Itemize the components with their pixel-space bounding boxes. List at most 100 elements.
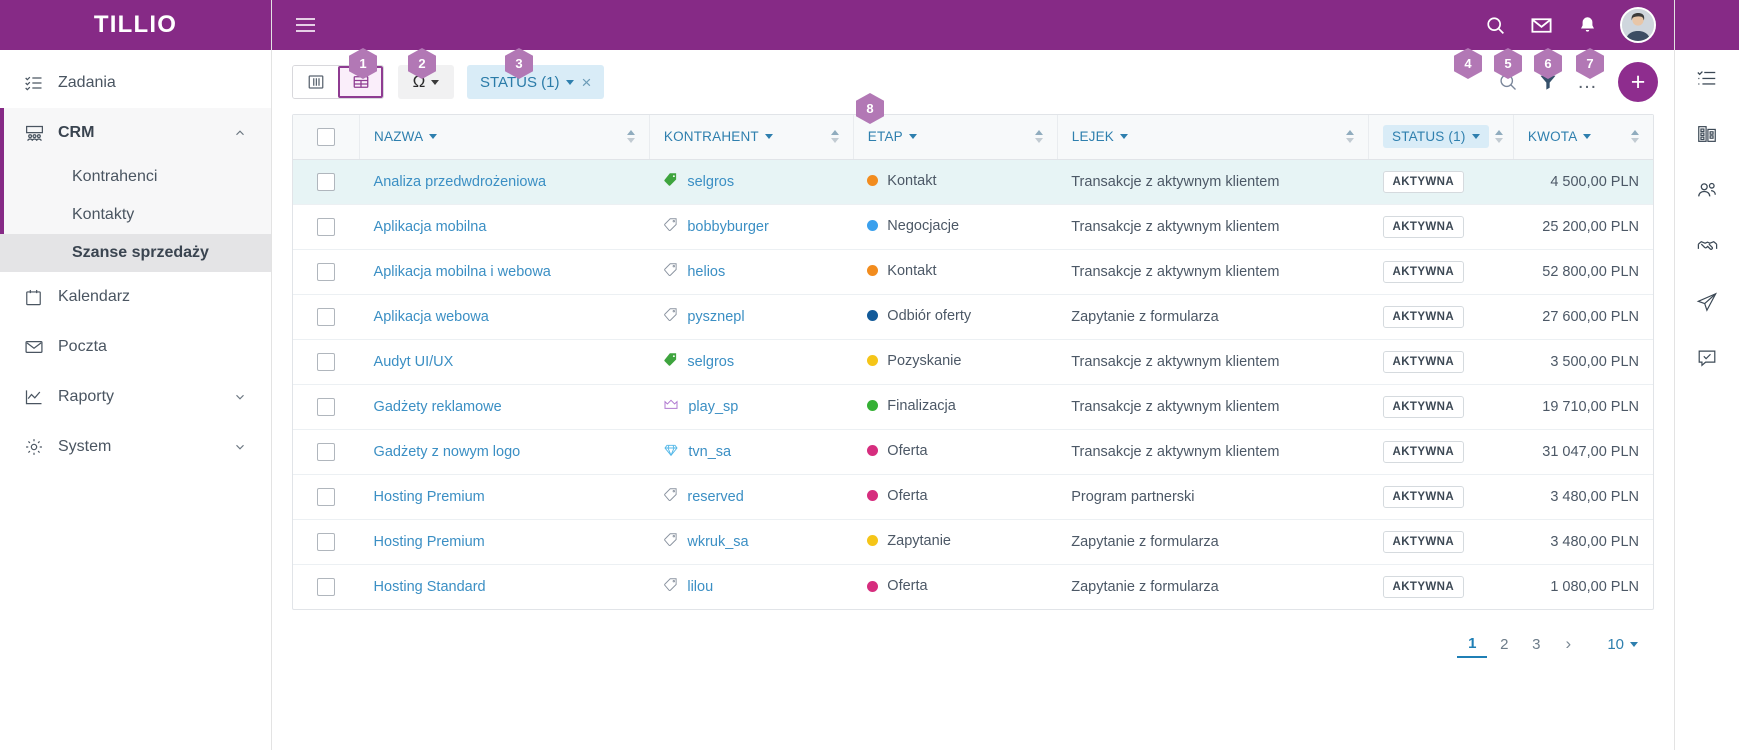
checklist-icon[interactable] [1675,50,1739,106]
kontrahent-link[interactable]: bobbyburger [663,217,769,236]
page-3-button[interactable]: 3 [1521,630,1551,658]
record-link[interactable]: Hosting Premium [374,489,485,505]
cell-kontrahent[interactable]: bobbyburger [649,204,853,249]
row-select-cell[interactable] [293,564,360,609]
hamburger-icon[interactable] [288,8,322,42]
row-checkbox[interactable] [317,487,336,506]
cell-kontrahent[interactable]: helios [649,249,853,294]
row-select-cell[interactable] [293,204,360,249]
row-select-cell[interactable] [293,294,360,339]
envelope-icon[interactable] [1518,0,1564,50]
chevron-down-icon[interactable] [231,390,249,404]
table-row[interactable]: Hosting Standard lilou Oferta Zapytanie z f… [293,564,1653,609]
column-header-lejek[interactable]: LEJEK [1057,115,1370,160]
sort-toggle[interactable] [830,130,839,144]
cell-nazwa[interactable]: Gadżety z nowym logo [360,429,650,474]
record-link[interactable]: Gadżety z nowym logo [374,444,521,460]
kontrahent-link[interactable]: tvn_sa [663,442,731,462]
table-row[interactable]: Hosting Premium wkruk_sa Zapytanie Zapytani… [293,519,1653,564]
sort-toggle[interactable] [626,130,635,144]
status-filter-chip[interactable]: STATUS (1) × [467,65,605,99]
row-select-cell[interactable] [293,474,360,519]
sort-toggle[interactable] [1034,130,1043,144]
record-link[interactable]: Aplikacja mobilna i webowa [374,264,551,280]
sidebar-item-crm[interactable]: CRM [0,108,271,158]
column-header-nazwa[interactable]: NAZWA [359,115,650,160]
chevron-down-icon[interactable] [231,440,249,454]
row-select-cell[interactable] [293,249,360,294]
record-link[interactable]: Analiza przedwdrożeniowa [374,174,547,190]
record-link[interactable]: Audyt UI/UX [374,354,454,370]
row-checkbox[interactable] [317,442,336,461]
sidebar-item-kalendarz[interactable]: Kalendarz [0,272,271,322]
kontrahent-link[interactable]: wkruk_sa [663,532,749,551]
row-checkbox[interactable] [317,172,336,191]
kanban-view-icon[interactable] [293,66,338,98]
cell-nazwa[interactable]: Audyt UI/UX [360,339,650,384]
column-header-kwota[interactable]: KWOTA [1513,115,1653,160]
table-row[interactable]: Aplikacja mobilna bobbyburger Negocjacje Tr… [293,204,1653,249]
row-select-cell[interactable] [293,429,360,474]
sidebar-item-kontakty[interactable]: Kontakty [0,196,271,234]
kontrahent-link[interactable]: selgros [663,352,734,371]
sort-toggle[interactable] [1631,130,1639,144]
sidebar-item-szanse-sprzedazy[interactable]: Szanse sprzedaży [0,234,271,272]
row-select-cell[interactable] [293,519,360,564]
record-link[interactable]: Aplikacja webowa [374,309,489,325]
add-icon[interactable]: + [1618,62,1658,102]
table-row[interactable]: Aplikacja mobilna i webowa helios Kontakt T… [293,249,1653,294]
cell-kontrahent[interactable]: play_sp [649,384,853,429]
table-row[interactable]: Aplikacja webowa pysznepl Odbiór oferty Zap… [293,294,1653,339]
row-select-cell[interactable] [293,159,360,204]
cell-nazwa[interactable]: Hosting Premium [360,519,650,564]
chevron-up-icon[interactable] [231,126,249,140]
column-header-kontrahent[interactable]: KONTRAHENT [649,115,854,160]
cell-kontrahent[interactable]: selgros [649,339,853,384]
sidebar-item-raporty[interactable]: Raporty [0,372,271,422]
cell-nazwa[interactable]: Hosting Premium [360,474,650,519]
table-row[interactable]: Gadżety z nowym logo tvn_sa Oferta Transakc… [293,429,1653,474]
kontrahent-link[interactable]: play_sp [663,397,738,417]
select-all-header[interactable] [293,115,361,160]
record-link[interactable]: Hosting Premium [374,534,485,550]
record-link[interactable]: Hosting Standard [374,579,486,595]
row-checkbox[interactable] [317,307,336,326]
sort-toggle[interactable] [1346,130,1355,144]
page-1-button[interactable]: 1 [1457,630,1488,658]
bell-icon[interactable] [1564,0,1610,50]
kontrahent-link[interactable]: lilou [663,577,713,596]
cell-nazwa[interactable]: Aplikacja webowa [360,294,650,339]
cell-nazwa[interactable]: Aplikacja mobilna [360,204,650,249]
sidebar-item-poczta[interactable]: Poczta [0,322,271,372]
table-row[interactable]: Audyt UI/UX selgros Pozyskanie Transakcje z… [293,339,1653,384]
people-icon[interactable] [1675,162,1739,218]
table-row[interactable]: Hosting Premium reserved Oferta Program par… [293,474,1653,519]
chat-check-icon[interactable] [1675,330,1739,386]
kontrahent-link[interactable]: reserved [663,487,744,506]
record-link[interactable]: Aplikacja mobilna [374,219,487,235]
row-checkbox[interactable] [317,577,336,596]
row-checkbox[interactable] [317,262,336,281]
page-size-selector[interactable]: 10 [1607,636,1638,653]
row-select-cell[interactable] [293,384,360,429]
table-row[interactable]: Gadżety reklamowe play_sp Finalizacja Trans… [293,384,1653,429]
record-link[interactable]: Gadżety reklamowe [374,399,502,415]
page-2-button[interactable]: 2 [1489,630,1519,658]
cell-nazwa[interactable]: Analiza przedwdrożeniowa [360,159,650,204]
sidebar-item-zadania[interactable]: Zadania [0,58,271,108]
sort-toggle[interactable] [1494,130,1503,144]
select-all-checkbox[interactable] [317,127,336,146]
close-icon[interactable]: × [581,74,591,91]
row-checkbox[interactable] [317,397,336,416]
avatar[interactable] [1620,7,1656,43]
cell-kontrahent[interactable]: reserved [649,474,853,519]
row-checkbox[interactable] [317,217,336,236]
kontrahent-link[interactable]: helios [663,262,725,281]
kontrahent-link[interactable]: pysznepl [663,307,745,326]
cell-kontrahent[interactable]: selgros [649,159,853,204]
column-header-status[interactable]: STATUS (1) [1368,115,1514,160]
send-icon[interactable] [1675,274,1739,330]
cell-nazwa[interactable]: Aplikacja mobilna i webowa [360,249,650,294]
cell-kontrahent[interactable]: wkruk_sa [649,519,853,564]
sidebar-item-kontrahenci[interactable]: Kontrahenci [0,158,271,196]
